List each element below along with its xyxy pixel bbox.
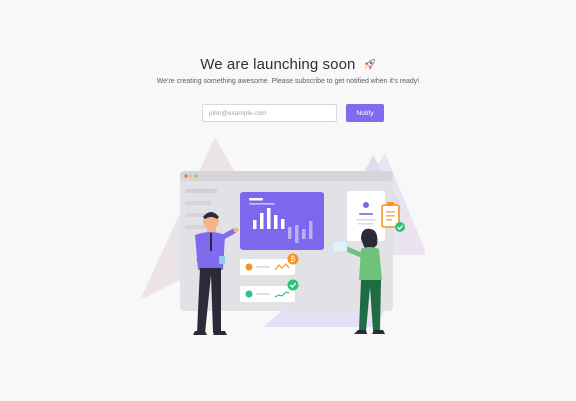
clipboard-icon — [381, 202, 400, 228]
mug-icon — [219, 256, 225, 264]
rocket-icon — [363, 58, 376, 75]
sidebar-line — [185, 201, 211, 205]
browser-titlebar — [180, 171, 393, 181]
email-field[interactable] — [202, 104, 337, 122]
chart-bar — [288, 227, 292, 239]
page-title: We are launching soon — [0, 56, 576, 75]
checkmark-icon — [287, 279, 299, 291]
user-icon — [363, 202, 369, 208]
team-analytics-dashboard-illustration: ₿ — [140, 137, 425, 335]
profile-card-line — [358, 223, 374, 225]
document-icon — [332, 240, 348, 253]
chart-bar — [309, 221, 313, 239]
chart-bar — [281, 219, 285, 229]
sidebar-line — [185, 189, 217, 193]
stats-card-line — [256, 293, 270, 295]
page-title-text: We are launching soon — [200, 56, 356, 73]
success-dot-icon — [245, 290, 253, 298]
chart-bar — [253, 220, 257, 229]
page-subtitle: We're creating something awesome. Please… — [156, 78, 420, 85]
chart-bar — [267, 208, 271, 229]
subscribe-form: Notify — [202, 104, 384, 122]
svg-text:₿: ₿ — [290, 256, 295, 264]
chart-bar — [274, 215, 278, 229]
profile-card-line — [359, 213, 373, 215]
stats-card-line — [256, 266, 270, 268]
chart-bar — [302, 229, 306, 239]
window-minimize-dot — [189, 174, 193, 178]
profile-card-line — [356, 219, 376, 221]
window-maximize-dot — [194, 174, 198, 178]
chart-card-subtitle — [249, 203, 275, 205]
checkmark-icon — [395, 222, 405, 232]
sidebar-line — [185, 225, 207, 229]
chart-card-title — [249, 198, 263, 201]
window-close-dot — [184, 174, 188, 178]
chart-bar — [260, 213, 264, 229]
chart-bar — [295, 225, 299, 243]
bitcoin-icon: ₿ — [287, 253, 299, 265]
notify-button[interactable]: Notify — [346, 104, 384, 122]
coin-icon — [245, 263, 253, 271]
